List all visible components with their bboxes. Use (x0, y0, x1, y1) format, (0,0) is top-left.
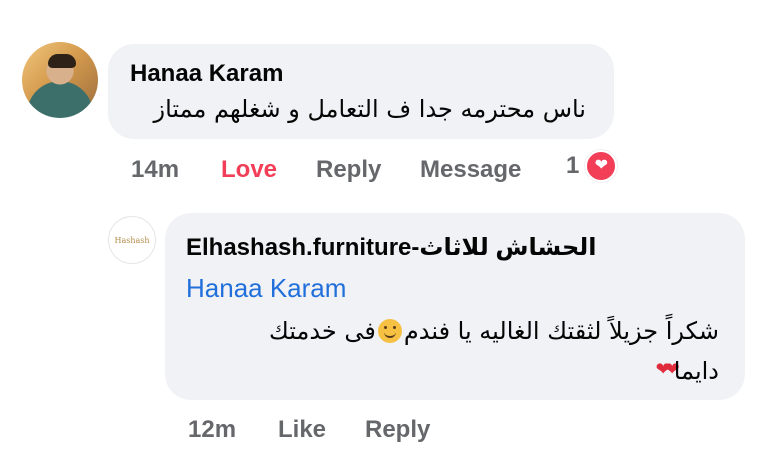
comment-author[interactable]: Hanaa Karam (130, 60, 283, 88)
reply-text-a: شكراً جزيلاً لثقتك الغاليه يا فندم (403, 317, 719, 345)
reply-mention[interactable]: Hanaa Karam (186, 273, 346, 304)
avatar-hair (48, 54, 76, 68)
heart-icon: ❤ (585, 150, 618, 182)
love-button[interactable]: Love (221, 156, 277, 184)
reply-text-line2: دايما❤❤ (652, 357, 719, 385)
reply-reply-button[interactable]: Reply (365, 416, 430, 444)
commenter-avatar[interactable] (22, 42, 98, 118)
reply-time[interactable]: 12m (188, 416, 236, 444)
reply-text-c: دايما (673, 357, 719, 385)
reaction-count: 1 (566, 152, 580, 179)
like-button[interactable]: Like (278, 416, 326, 444)
reply-bubble: Elhashash.furniture-الحشاش للاثاث Hanaa … (165, 213, 745, 400)
reaction-summary[interactable]: 1 ❤ (566, 150, 618, 182)
reply-author[interactable]: Elhashash.furniture-الحشاش للاثاث (186, 233, 597, 262)
page-logo: Hashash (114, 235, 150, 245)
comment-time[interactable]: 14m (131, 156, 179, 184)
reply-button[interactable]: Reply (316, 156, 381, 184)
page-avatar[interactable]: Hashash (108, 216, 156, 264)
reply-text-line1: شكراً جزيلاً لثقتك الغاليه يا فندم فى خدم… (269, 317, 719, 345)
smile-emoji-icon (377, 319, 402, 343)
comment-text: ناس محترمه جدا ف التعامل و شغلهم ممتاز (153, 95, 586, 123)
comment-bubble: Hanaa Karam ناس محترمه جدا ف التعامل و ش… (108, 44, 614, 139)
hearts-emoji-icon: ❤❤ (655, 359, 680, 380)
message-button[interactable]: Message (420, 156, 521, 184)
reply-text-b: فى خدمتك (269, 317, 376, 345)
